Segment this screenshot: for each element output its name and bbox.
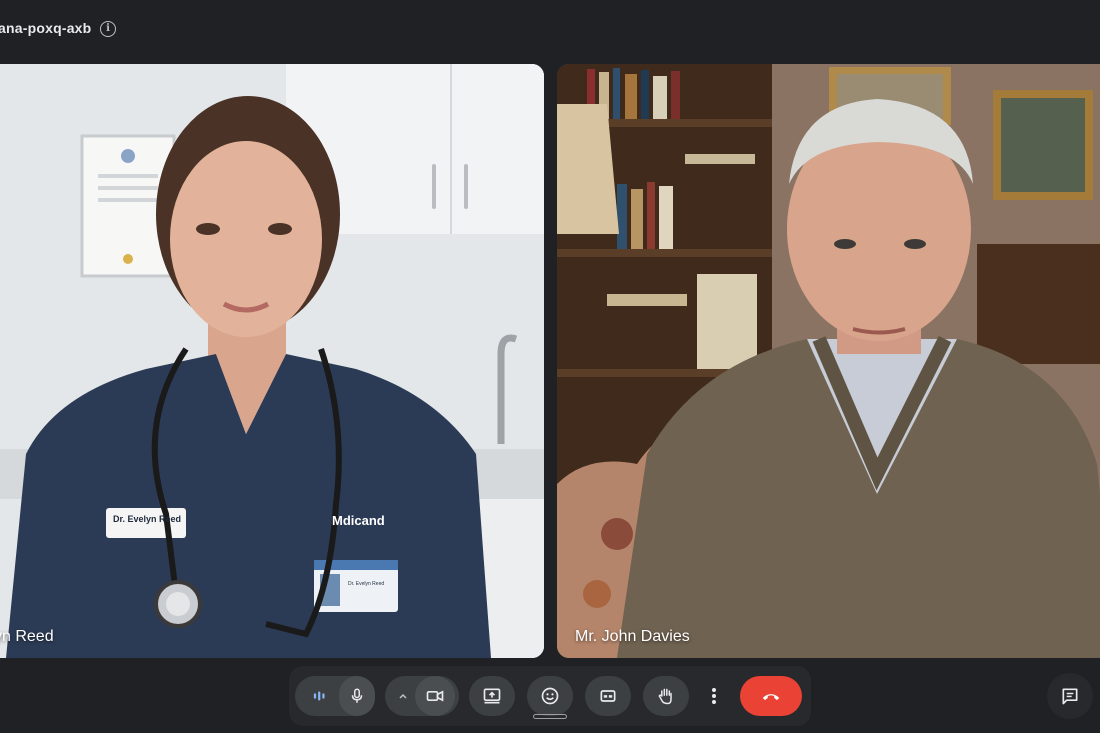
- info-icon[interactable]: i: [100, 21, 116, 37]
- microphone-button[interactable]: [295, 676, 375, 716]
- chat-icon: [1062, 688, 1078, 705]
- id-card-name: Dr. Evelyn Reed: [348, 581, 385, 587]
- doctor-badge-name: Dr. Evelyn Reed: [113, 514, 182, 524]
- patient-video-feed: [557, 64, 1100, 658]
- meeting-code: ana-poxq-axb: [0, 20, 92, 36]
- raise-hand-icon: [658, 688, 672, 705]
- camera-button[interactable]: [385, 676, 459, 716]
- org-logo-text: Mdicand: [332, 513, 385, 528]
- raise-hand-button[interactable]: [643, 676, 689, 716]
- video-camera-icon: [426, 690, 444, 702]
- participant-name-label: Mr. John Davies: [575, 628, 690, 645]
- audio-level-icon: [313, 691, 325, 701]
- doctor-video-feed: [0, 64, 544, 658]
- meeting-header: ana-poxq-axb i: [0, 0, 1100, 58]
- participant-name-label: yn Reed: [0, 628, 54, 645]
- chat-button[interactable]: [1047, 673, 1093, 719]
- video-call-app: ana-poxq-axb i Dr. Evelyn Reed Mdicand D…: [0, 0, 1100, 733]
- captions-icon: [600, 690, 616, 702]
- end-call-button[interactable]: [740, 676, 802, 716]
- microphone-icon: [351, 688, 363, 703]
- participant-tile-doctor[interactable]: Dr. Evelyn Reed Mdicand Dr. Evelyn Reed …: [0, 64, 544, 658]
- present-screen-icon: [483, 688, 501, 704]
- controls-handle[interactable]: [533, 714, 567, 719]
- end-call-icon: [762, 694, 780, 701]
- captions-button[interactable]: [585, 676, 631, 716]
- more-vertical-icon: [712, 688, 716, 704]
- more-options-button[interactable]: [701, 676, 727, 716]
- reactions-button[interactable]: [527, 676, 573, 716]
- chevron-up-icon[interactable]: [397, 690, 409, 702]
- present-screen-button[interactable]: [469, 676, 515, 716]
- participant-tile-patient[interactable]: Mr. John Davies: [557, 64, 1100, 658]
- emoji-icon: [541, 687, 559, 705]
